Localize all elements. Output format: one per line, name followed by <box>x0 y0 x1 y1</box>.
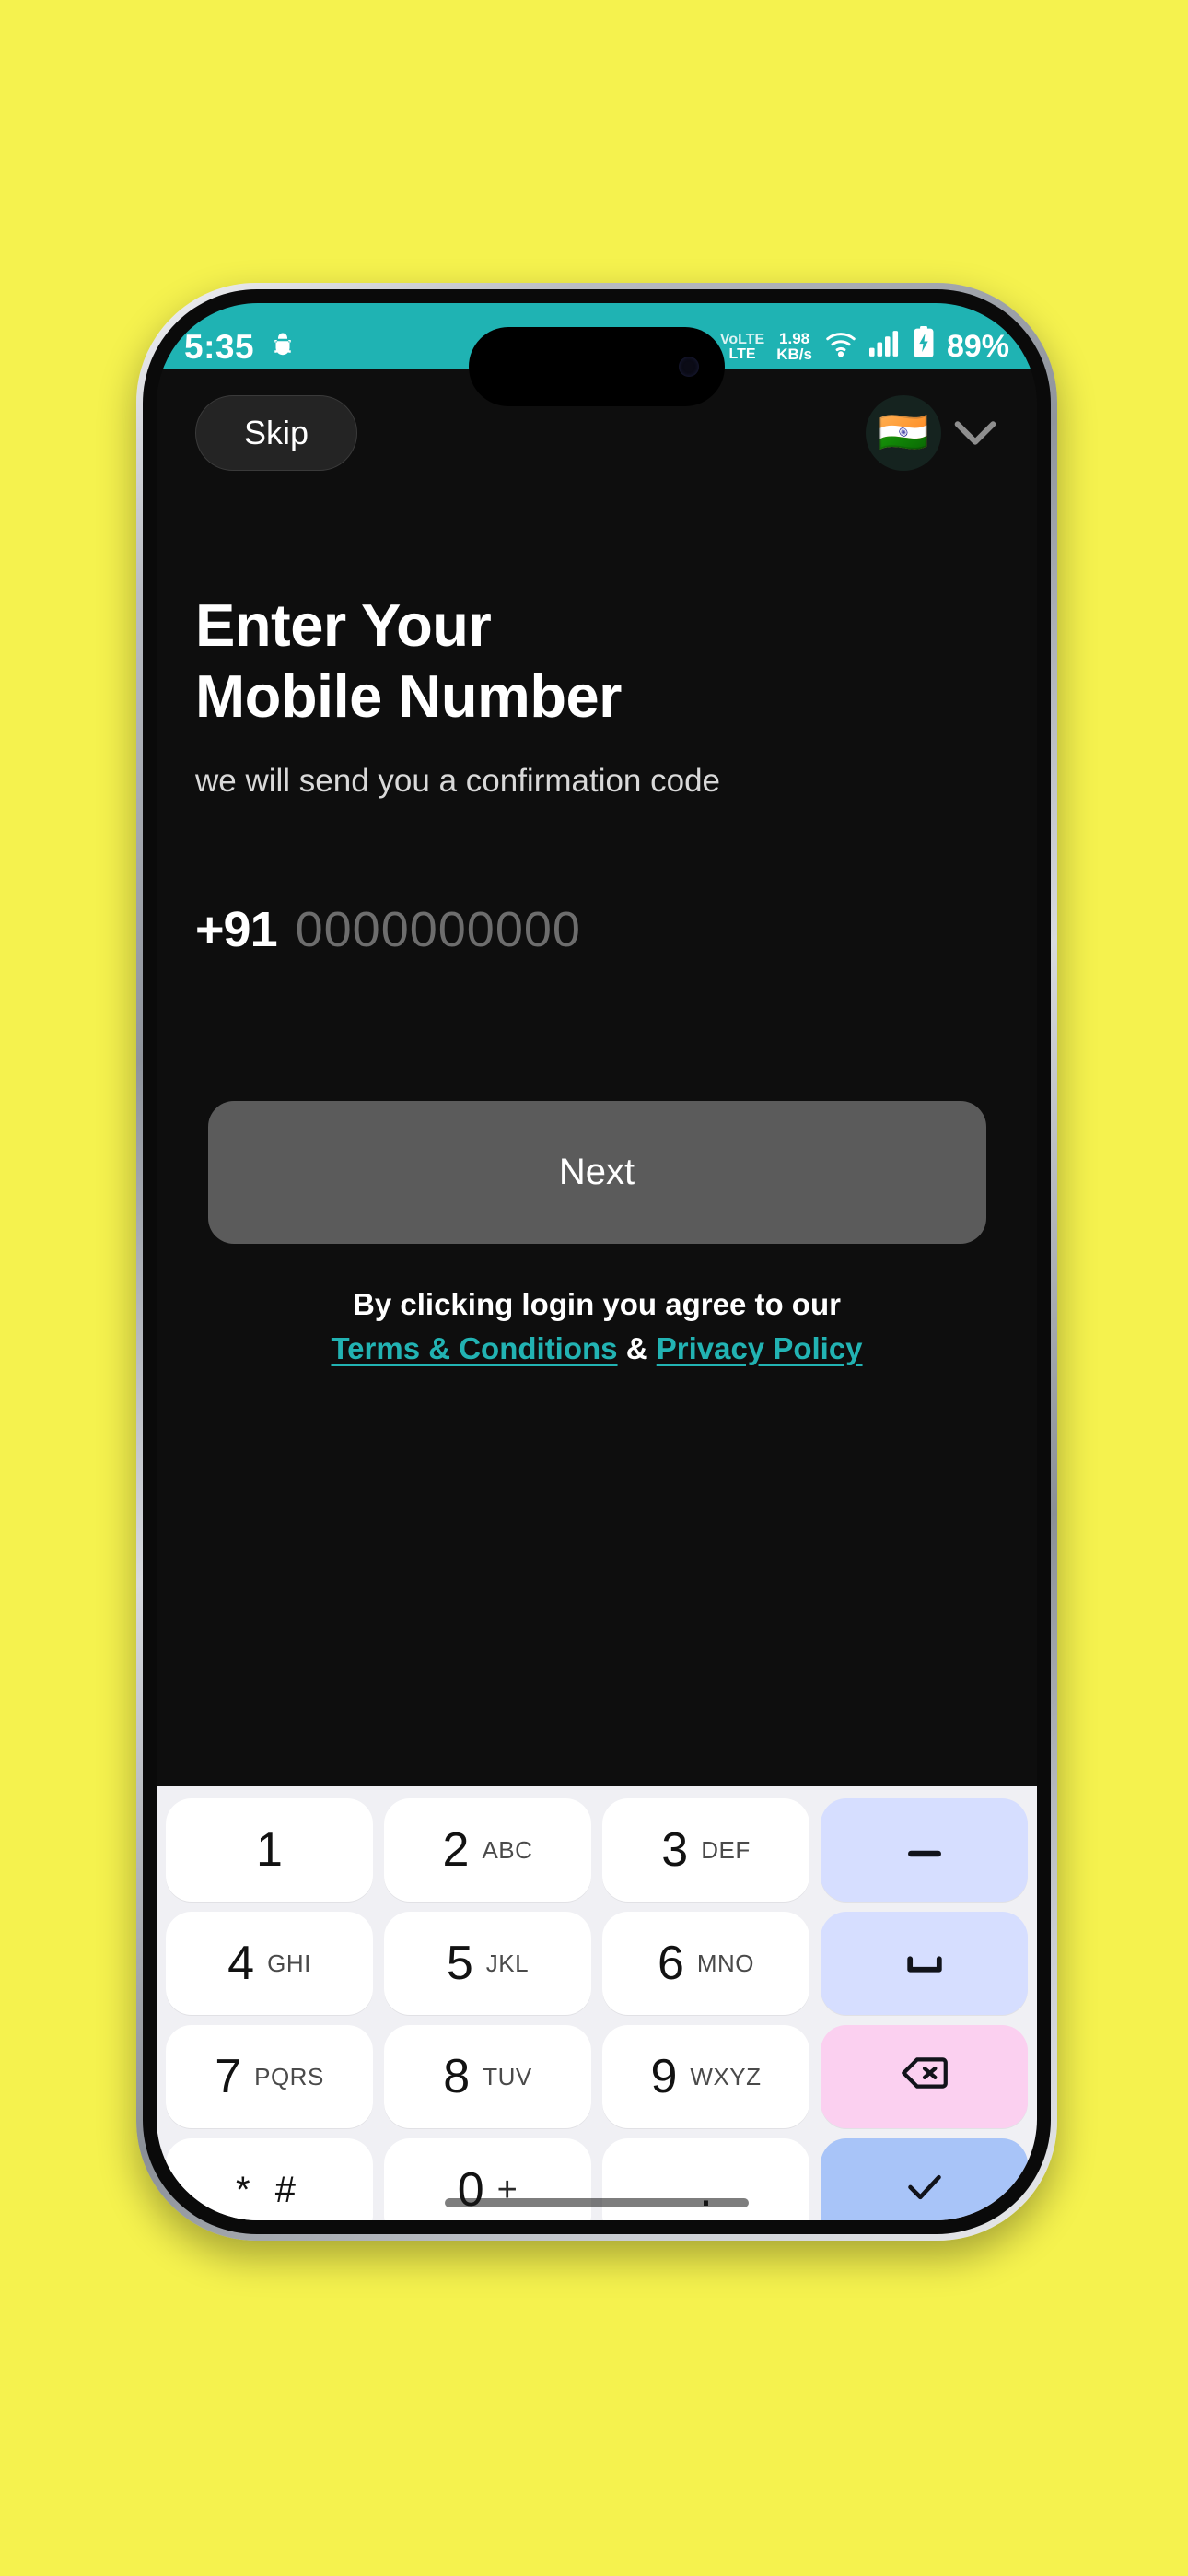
privacy-policy-link[interactable]: Privacy Policy <box>657 1331 863 1365</box>
key-6[interactable]: 6 MNO <box>602 1912 809 2015</box>
wifi-icon <box>824 330 857 362</box>
key-letters: GHI <box>267 1949 311 1977</box>
terms-ampersand: & <box>625 1331 648 1366</box>
key-8[interactable]: 8 TUV <box>384 2025 591 2128</box>
battery-charging-icon <box>913 326 935 362</box>
india-flag-icon: 🇮🇳 <box>866 395 941 471</box>
phone-screen: 5:35 VoLTE LTE 1.98 KB/s 89% Skip 🇮🇳 Ent… <box>157 303 1037 2220</box>
skip-button[interactable]: Skip <box>195 395 358 471</box>
key-letters: WXYZ <box>690 2062 762 2090</box>
terms-and-conditions-link[interactable]: Terms & Conditions <box>331 1331 617 1365</box>
key-digit: 0 <box>457 2163 484 2217</box>
numeric-keyboard: 1 2 ABC 3 DEF 4 GHI 5 JKL 6 MNO 7 PQRS 8… <box>157 1786 1037 2220</box>
country-selector[interactable]: 🇮🇳 <box>866 395 998 471</box>
page-title: Enter Your Mobile Number <box>157 471 1037 732</box>
backspace-icon[interactable] <box>821 2025 1028 2128</box>
terms-prefix: By clicking login you agree to our <box>353 1287 841 1322</box>
check-icon[interactable] <box>821 2138 1028 2220</box>
key-digit: . <box>699 2162 713 2217</box>
app-content: Skip 🇮🇳 Enter Your Mobile Number we will… <box>157 369 1037 2220</box>
key-letters: DEF <box>701 1835 751 1864</box>
page-subtitle: we will send you a confirmation code <box>195 763 721 800</box>
key-symbols[interactable]: * # <box>166 2138 373 2220</box>
key-letters: ABC <box>482 1835 533 1864</box>
key-letters: PQRS <box>254 2062 324 2090</box>
volte-icon: VoLTE LTE <box>719 332 765 362</box>
key-letters: TUV <box>483 2062 532 2090</box>
phone-device: 5:35 VoLTE LTE 1.98 KB/s 89% Skip 🇮🇳 Ent… <box>136 283 1057 2241</box>
android-debug-icon <box>269 331 297 363</box>
key-digit: 4 <box>227 1937 255 1990</box>
chevron-down-icon[interactable] <box>952 417 998 449</box>
key-letters: JKL <box>485 1949 530 1977</box>
key-9[interactable]: 9 WXYZ <box>602 2025 809 2128</box>
dynamic-island <box>469 327 725 406</box>
keyboard-row: * # 0 + . <box>166 2138 1028 2220</box>
next-button[interactable]: Next <box>207 1101 986 1245</box>
key-digit: 8 <box>443 2050 471 2103</box>
key-3[interactable]: 3 DEF <box>602 1798 809 1902</box>
country-code-label: +91 <box>195 902 278 958</box>
headline-line-2: Mobile Number <box>195 662 622 730</box>
status-time: 5:35 <box>184 328 255 366</box>
key-5[interactable]: 5 JKL <box>384 1912 591 2015</box>
front-camera-icon <box>679 357 699 377</box>
key-4[interactable]: 4 GHI <box>166 1912 373 2015</box>
key-digit: 3 <box>661 1823 689 1877</box>
home-indicator[interactable] <box>445 2198 749 2207</box>
key-1[interactable]: 1 <box>166 1798 373 1902</box>
headline-line-1: Enter Your <box>195 591 492 659</box>
dash-icon[interactable] <box>821 1798 1028 1902</box>
key-digit: 6 <box>657 1937 684 1990</box>
keyboard-row: 7 PQRS 8 TUV 9 WXYZ <box>166 2025 1028 2128</box>
key-period[interactable]: . <box>602 2138 809 2220</box>
keyboard-row: 1 2 ABC 3 DEF <box>166 1798 1028 1902</box>
key-2[interactable]: 2 ABC <box>384 1798 591 1902</box>
keyboard-row: 4 GHI 5 JKL 6 MNO <box>166 1912 1028 2015</box>
network-speed-icon: 1.98 KB/s <box>776 330 812 363</box>
key-digit: 9 <box>650 2050 678 2103</box>
key-7[interactable]: 7 PQRS <box>166 2025 373 2128</box>
key-digit: 5 <box>446 1937 473 1990</box>
space-icon[interactable] <box>821 1912 1028 2015</box>
phone-number-input[interactable]: 0000000000 <box>296 901 581 958</box>
phone-input-row[interactable]: +91 0000000000 <box>157 800 1037 958</box>
key-letters: MNO <box>696 1949 755 1977</box>
key-digit: * # <box>236 2169 303 2210</box>
key-digit: 1 <box>256 1823 283 1877</box>
signal-icon <box>868 330 901 362</box>
key-digit: 2 <box>442 1823 470 1877</box>
phone-bezel: 5:35 VoLTE LTE 1.98 KB/s 89% Skip 🇮🇳 Ent… <box>143 289 1051 2234</box>
terms-block: By clicking login you agree to our Terms… <box>157 1244 1037 1371</box>
battery-percent: 89% <box>946 329 1009 364</box>
status-bar-left: 5:35 <box>184 330 297 364</box>
key-digit: 7 <box>215 2050 242 2103</box>
key-0[interactable]: 0 + <box>384 2138 591 2220</box>
